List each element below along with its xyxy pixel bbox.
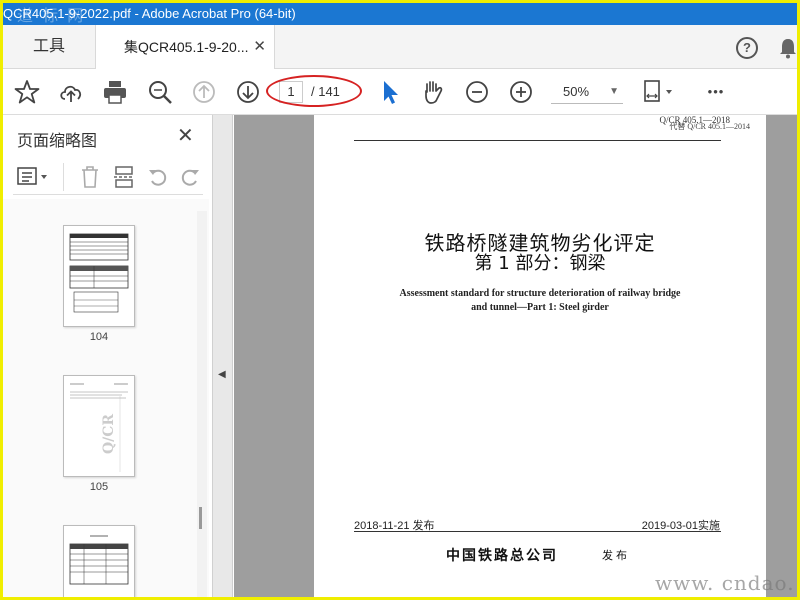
cloud-upload-icon[interactable] — [57, 78, 85, 106]
select-cursor-icon[interactable] — [376, 78, 404, 106]
thumbnail-preview — [69, 233, 129, 313]
toolbar: 1 / 141 50% ▼ ••• — [3, 69, 797, 115]
thumbnail-list: 104 Q/CR 105 — [3, 199, 209, 597]
publisher-name: 中国铁路总公司 — [446, 548, 558, 564]
options-list-icon[interactable] — [17, 167, 53, 187]
document-title-en-line2: and tunnel—Part 1: Steel girder — [471, 302, 609, 313]
scrollbar-thumb[interactable] — [199, 507, 202, 529]
tab-document[interactable]: 集QCR405.1-9-20... ✕ — [95, 25, 275, 70]
zoom-search-icon[interactable] — [146, 78, 174, 106]
watermark-top: 道 标 网 — [17, 6, 86, 25]
help-icon[interactable]: ? — [736, 37, 758, 59]
pdf-page: Q/CR 405.1—2018 代替 Q/CR 405.1—2014 铁路桥隧建… — [314, 115, 766, 597]
zoom-out-icon[interactable] — [463, 78, 491, 106]
page-down-icon[interactable] — [234, 78, 262, 106]
zoom-in-icon[interactable] — [507, 78, 535, 106]
thumbnail-page[interactable] — [63, 225, 135, 327]
document-viewer: Q/CR 405.1—2018 代替 Q/CR 405.1—2014 铁路桥隧建… — [234, 115, 797, 597]
document-title-en-line1: Assessment standard for structure deteri… — [399, 288, 681, 299]
collapse-left-icon[interactable]: ◀ — [218, 369, 226, 380]
rotate-ccw-icon[interactable] — [147, 167, 169, 187]
tab-tools[interactable]: 工具 — [3, 25, 95, 69]
document-subtitle-cn: 第 1 部分：钢梁 — [474, 253, 606, 274]
thumbnail-preview — [69, 535, 129, 585]
thumbnail-scrollbar[interactable] — [197, 211, 207, 597]
title-bar: QCR405.1-9-2022.pdf - Adobe Acrobat Pro … — [3, 3, 797, 25]
tab-close-icon[interactable]: ✕ — [253, 25, 266, 69]
panel-close-icon[interactable]: ✕ — [177, 123, 194, 148]
thumbnail-page[interactable]: Q/CR — [63, 375, 135, 477]
header-rule — [354, 140, 721, 141]
panel-collapse-strip[interactable]: ◀ — [213, 115, 233, 597]
replaces-note: 代替 Q/CR 405.1—2014 — [669, 122, 750, 131]
thumbnail-label: 105 — [89, 481, 109, 493]
tab-bar: 工具 集QCR405.1-9-20... ✕ ? — [3, 25, 797, 70]
thumbnail-label: 104 — [89, 331, 109, 343]
panel-title: 页面缩略图 — [17, 133, 98, 150]
tab-document-label: 集QCR405.1-9-20... — [124, 39, 249, 55]
watermark-bottom: www. cndao. c — [655, 571, 795, 597]
page-thumbnails-panel: 页面缩略图 ✕ 104 Q/CR 105 — [3, 115, 213, 597]
print-icon[interactable] — [101, 78, 129, 106]
more-options-icon[interactable]: ••• — [701, 78, 731, 106]
rotate-cw-icon[interactable] — [179, 167, 201, 187]
panel-toolbar — [13, 159, 203, 195]
thumbnail-page[interactable] — [63, 525, 135, 597]
hand-tool-icon[interactable] — [419, 78, 447, 106]
page-up-icon[interactable] — [190, 78, 218, 106]
acrobat-window: QCR405.1-9-2022.pdf - Adobe Acrobat Pro … — [3, 3, 797, 597]
svg-text:Q/CR: Q/CR — [101, 414, 117, 454]
extract-pages-icon[interactable] — [113, 165, 135, 189]
trash-icon[interactable] — [79, 165, 101, 189]
publish-word: 发 布 — [602, 550, 628, 562]
chevron-down-icon: ▼ — [609, 86, 619, 97]
page-fit-icon[interactable] — [641, 78, 677, 106]
zoom-level-select[interactable]: 50% ▼ — [551, 82, 623, 104]
bell-icon[interactable] — [778, 37, 797, 59]
star-icon[interactable] — [13, 78, 41, 106]
red-annotation-circle — [266, 75, 362, 107]
footer-rule — [354, 531, 721, 532]
thumbnail-preview: Q/CR — [70, 383, 128, 472]
zoom-level-value: 50% — [563, 84, 590, 99]
